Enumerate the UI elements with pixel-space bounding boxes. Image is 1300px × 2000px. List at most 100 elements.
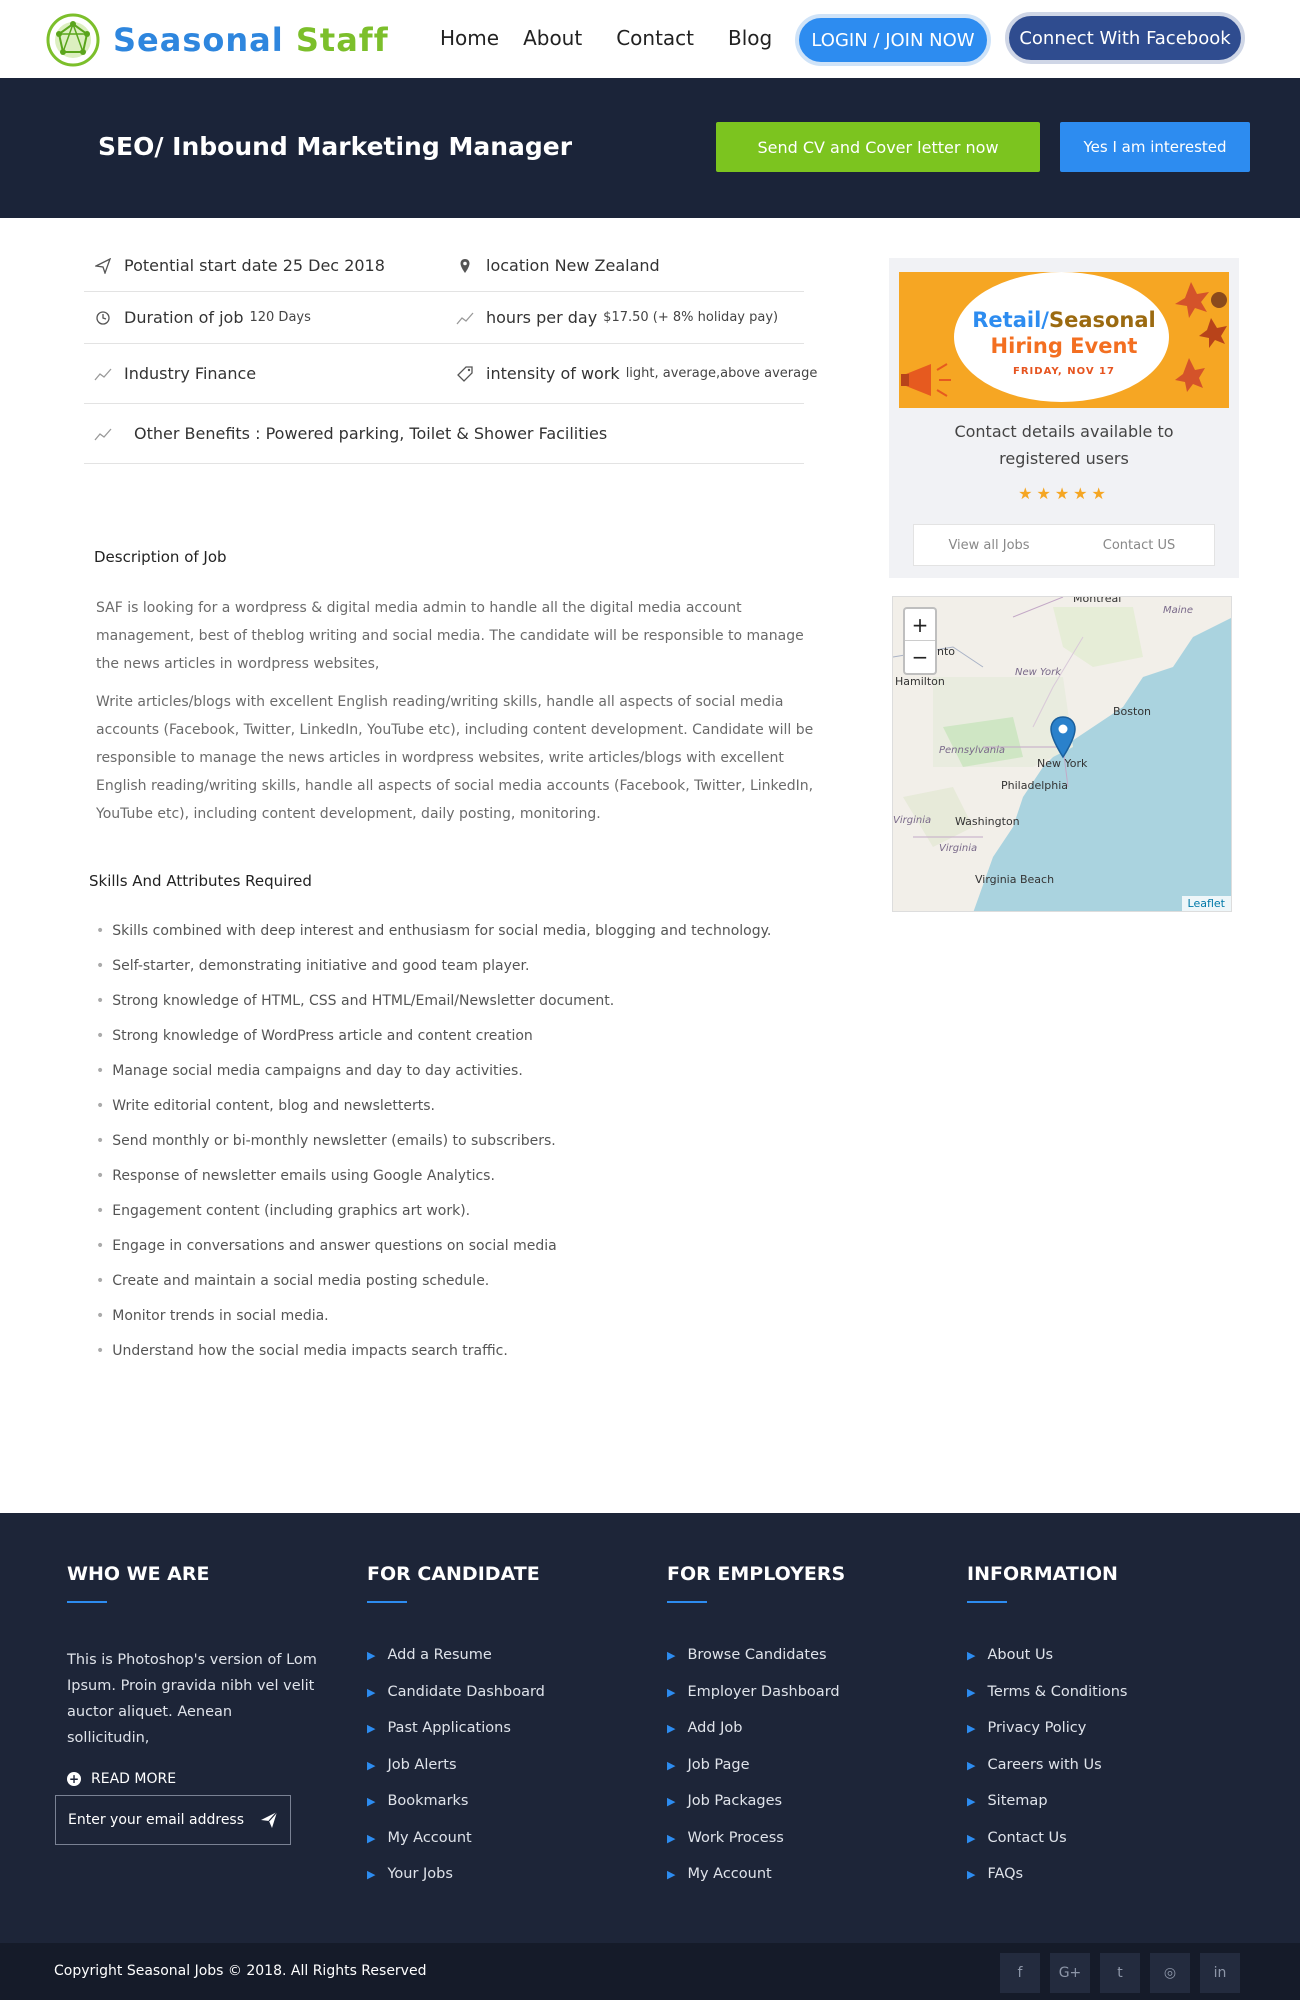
zoom-out-button[interactable]: − (905, 641, 935, 673)
facebook-icon[interactable]: f (1000, 1953, 1040, 1993)
footer-link-my-account[interactable]: ▶ My Account (667, 1866, 917, 1903)
map-zoom-control: + − (903, 607, 937, 675)
heading-divider (367, 1601, 407, 1603)
duration-label: Duration of job (124, 308, 244, 327)
list-item: • Skills combined with deep interest and … (96, 923, 772, 939)
footer-for-employers: FOR EMPLOYERS ▶ Browse Candidates ▶ Employ… (667, 1563, 917, 1903)
trend-icon (94, 425, 112, 443)
footer-who-we-are: WHO WE ARE This is Photoshop's version o… (67, 1563, 317, 1787)
map-label-hamilton: Hamilton (895, 675, 945, 688)
caret-right-icon: ▶ (967, 1649, 976, 1662)
zoom-in-button[interactable]: + (905, 609, 935, 641)
trend-icon (456, 309, 474, 327)
footer-link-my-account[interactable]: ▶ My Account (367, 1830, 617, 1867)
map-label-pennsylvania: Pennsylvania (939, 745, 1006, 756)
footer-link-privacy[interactable]: ▶ Privacy Policy (967, 1720, 1217, 1757)
footer-link-browse-candidates[interactable]: ▶ Browse Candidates (667, 1647, 917, 1684)
caret-right-icon: ▶ (667, 1868, 676, 1881)
description-body: SAF is looking for a wordpress & digital… (96, 594, 826, 828)
interested-button[interactable]: Yes I am interested (1060, 122, 1250, 172)
caret-right-icon: ▶ (967, 1722, 976, 1735)
caret-right-icon: ▶ (967, 1831, 976, 1845)
caret-right-icon: ▶ (367, 1795, 376, 1808)
footer-information: INFORMATION ▶ About Us ▶ Terms & Condition… (967, 1563, 1217, 1903)
list-item: • Strong knowledge of HTML, CSS and HTML/… (96, 993, 615, 1009)
footer-link-your-jobs[interactable]: ▶ Your Jobs (367, 1866, 617, 1903)
intensity-item: intensity of work light, average,above a… (456, 364, 817, 383)
footer-link-candidate-dashboard[interactable]: ▶ Candidate Dashboard (367, 1684, 617, 1721)
newsletter-email-input[interactable]: Enter your email address (55, 1795, 291, 1845)
start-date-item: Potential start date 25 Dec 2018 (94, 256, 385, 275)
footer-link-job-page[interactable]: ▶ Job Page (667, 1757, 917, 1794)
nav-contact-link[interactable]: Contact (616, 26, 694, 50)
logo-globe-icon (46, 13, 100, 67)
view-all-jobs-button[interactable]: View all Jobs (914, 525, 1064, 565)
footer-link-add-resume[interactable]: ▶ Add a Resume (367, 1647, 617, 1684)
contact-us-button[interactable]: Contact US (1064, 525, 1214, 565)
heading-divider (67, 1601, 107, 1603)
caret-right-icon: ▶ (667, 1795, 676, 1808)
nav-about-link[interactable]: About (523, 26, 582, 50)
start-date-text: Potential start date 25 Dec 2018 (124, 256, 385, 275)
promo-title-line1: Retail/Seasonal (972, 308, 1156, 332)
footer-link-contact-us[interactable]: ▶ Contact Us (967, 1830, 1217, 1867)
footer-link-add-job[interactable]: ▶ Add Job (667, 1720, 917, 1757)
map-label-virginia-beach: Virginia Beach (975, 873, 1055, 886)
caret-right-icon: ▶ (967, 1795, 976, 1808)
nav-home-link[interactable]: Home (440, 26, 499, 50)
benefits-text: Other Benefits : Powered parking, Toilet… (134, 424, 608, 443)
map-label-virginia-west: Virginia (893, 815, 932, 826)
job-title: SEO/ Inbound Marketing Manager (98, 132, 573, 161)
nav-blog-link[interactable]: Blog (728, 26, 772, 50)
heading-divider (967, 1601, 1007, 1603)
footer-link-work-process[interactable]: ▶ Work Process (667, 1830, 917, 1867)
footer-heading: FOR EMPLOYERS (667, 1563, 846, 1585)
footer-link-job-packages[interactable]: ▶ Job Packages (667, 1793, 917, 1830)
connect-facebook-button[interactable]: Connect With Facebook (1005, 12, 1245, 64)
top-navigation: Seasonal Staff Home About Contact Blog L… (0, 0, 1300, 78)
logo-text-part2: Staff (295, 21, 389, 59)
site-logo[interactable]: Seasonal Staff (45, 12, 389, 68)
caret-right-icon: ▶ (667, 1758, 676, 1772)
info-row: Industry Finance intensity of work light… (84, 344, 817, 404)
map-label-maine: Maine (1163, 605, 1194, 616)
linkedin-icon[interactable]: in (1200, 1953, 1240, 1993)
read-more-link[interactable]: + READ MORE (67, 1771, 317, 1787)
map-attribution-link[interactable]: Leaflet (1181, 896, 1231, 911)
caret-right-icon: ▶ (967, 1685, 976, 1699)
caret-right-icon: ▶ (967, 1758, 976, 1772)
industry-text: Industry Finance (124, 364, 257, 383)
location-item: location New Zealand (456, 256, 660, 275)
location-map[interactable]: + − Montreal Maine nto Hamilton New York… (892, 596, 1232, 912)
footer-heading: FOR CANDIDATE (367, 1563, 540, 1585)
hiring-event-banner[interactable]: Retail/Seasonal Hiring Event FRIDAY, NOV… (899, 272, 1229, 408)
footer-link-careers[interactable]: ▶ Careers with Us (967, 1757, 1217, 1794)
footer-link-past-applications[interactable]: ▶ Past Applications (367, 1720, 617, 1757)
timer-icon (94, 309, 112, 327)
logo-text-part1: Seasonal (113, 21, 284, 59)
footer-link-job-alerts[interactable]: ▶ Job Alerts (367, 1757, 617, 1794)
footer-link-terms[interactable]: ▶ Terms & Conditions (967, 1684, 1217, 1721)
info-row: Potential start date 25 Dec 2018 locatio… (84, 240, 804, 292)
map-label-washington: Washington (955, 815, 1020, 828)
footer-link-employer-dashboard[interactable]: ▶ Employer Dashboard (667, 1684, 917, 1721)
login-join-button[interactable]: LOGIN / JOIN NOW (795, 14, 991, 66)
copyright-bar: Copyright Seasonal Jobs © 2018. All Righ… (0, 1943, 1300, 2000)
footer-link-sitemap[interactable]: ▶ Sitemap (967, 1793, 1217, 1830)
send-cv-button[interactable]: Send CV and Cover letter now (716, 122, 1040, 172)
list-item: • Response of newsletter emails using Goo… (96, 1168, 495, 1184)
footer-link-about-us[interactable]: ▶ About Us (967, 1647, 1217, 1684)
instagram-icon[interactable]: ◎ (1150, 1953, 1190, 1993)
job-title-bar: SEO/ Inbound Marketing Manager Send CV a… (0, 78, 1300, 218)
map-marker-icon[interactable] (1049, 715, 1077, 759)
list-item: • Understand how the social media impacts… (96, 1343, 508, 1359)
twitter-icon[interactable]: t (1100, 1953, 1140, 1993)
footer-link-faqs[interactable]: ▶ FAQs (967, 1866, 1217, 1903)
info-row: Other Benefits : Powered parking, Toilet… (84, 404, 804, 464)
caret-right-icon: ▶ (367, 1685, 376, 1699)
skills-heading: Skills And Attributes Required (89, 872, 312, 890)
google-plus-icon[interactable]: G+ (1050, 1953, 1090, 1993)
paper-plane-icon[interactable] (260, 1811, 278, 1829)
footer-link-bookmarks[interactable]: ▶ Bookmarks (367, 1793, 617, 1830)
map-label-philadelphia: Philadelphia (1001, 779, 1069, 792)
